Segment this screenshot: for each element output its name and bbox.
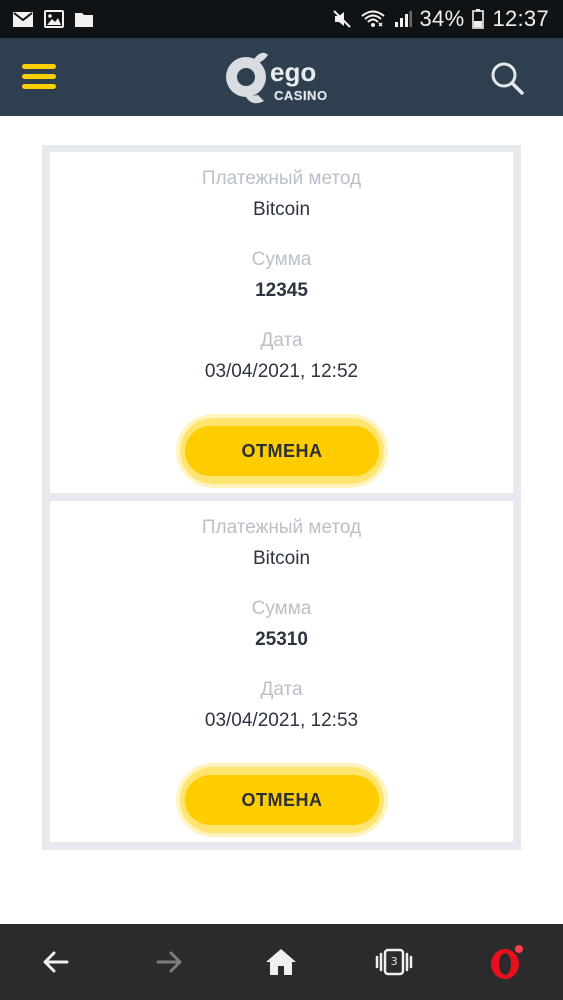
cancel-button[interactable]: ОТМЕНА xyxy=(185,426,379,476)
opera-icon xyxy=(490,945,523,979)
home-icon xyxy=(266,949,297,975)
forward-arrow-icon xyxy=(156,951,182,973)
date-label: Дата xyxy=(260,679,303,700)
date-value: 03/04/2021, 12:53 xyxy=(204,710,359,731)
transaction-card: Платежный метод Bitcoin Сумма 12345 Дата… xyxy=(50,152,513,493)
back-arrow-icon xyxy=(43,951,69,973)
date-value: 03/04/2021, 12:52 xyxy=(204,361,359,382)
tabs-count: 3 xyxy=(390,955,398,968)
clock: 12:37 xyxy=(492,6,549,31)
mail-icon xyxy=(12,11,34,28)
tabs-button[interactable]: 3 xyxy=(366,934,422,990)
transactions-list: Платежный метод Bitcoin Сумма 12345 Дата… xyxy=(42,145,521,850)
logo[interactable]: ego CASINO xyxy=(224,45,342,109)
battery-icon xyxy=(472,9,485,29)
amount-label: Сумма xyxy=(251,598,312,619)
mute-icon xyxy=(332,9,352,29)
date-label: Дата xyxy=(260,330,303,351)
menu-icon xyxy=(22,64,56,89)
transaction-card: Платежный метод Bitcoin Сумма 25310 Дата… xyxy=(50,501,513,842)
logo-main-text: ego xyxy=(270,57,316,87)
browser-bottom-bar: 3 xyxy=(0,924,563,1000)
cancel-button-glow: ОТМЕНА xyxy=(176,414,388,488)
opera-menu-button[interactable] xyxy=(479,934,535,990)
logo-sub-text: CASINO xyxy=(274,88,328,103)
back-button[interactable] xyxy=(28,934,84,990)
forward-button[interactable] xyxy=(141,934,197,990)
search-button[interactable] xyxy=(489,60,525,96)
amount-label: Сумма xyxy=(251,249,312,270)
home-button[interactable] xyxy=(253,934,309,990)
battery-percent: 34% xyxy=(419,6,465,31)
image-icon xyxy=(44,10,64,28)
payment-method-label: Платежный метод xyxy=(201,517,362,538)
status-bar: 34% 12:37 xyxy=(0,0,563,38)
wifi-icon xyxy=(360,9,386,29)
signal-icon xyxy=(394,10,412,28)
payment-method-label: Платежный метод xyxy=(201,168,362,189)
payment-method-value: Bitcoin xyxy=(252,548,311,569)
app-header: ego CASINO xyxy=(0,38,563,116)
amount-value: 25310 xyxy=(255,629,308,650)
payment-method-value: Bitcoin xyxy=(252,199,311,220)
menu-button[interactable] xyxy=(22,64,56,90)
search-icon xyxy=(491,62,524,95)
cancel-button-glow: ОТМЕНА xyxy=(176,763,388,837)
cancel-button[interactable]: ОТМЕНА xyxy=(185,775,379,825)
amount-value: 12345 xyxy=(255,280,308,301)
folder-icon xyxy=(74,11,94,28)
